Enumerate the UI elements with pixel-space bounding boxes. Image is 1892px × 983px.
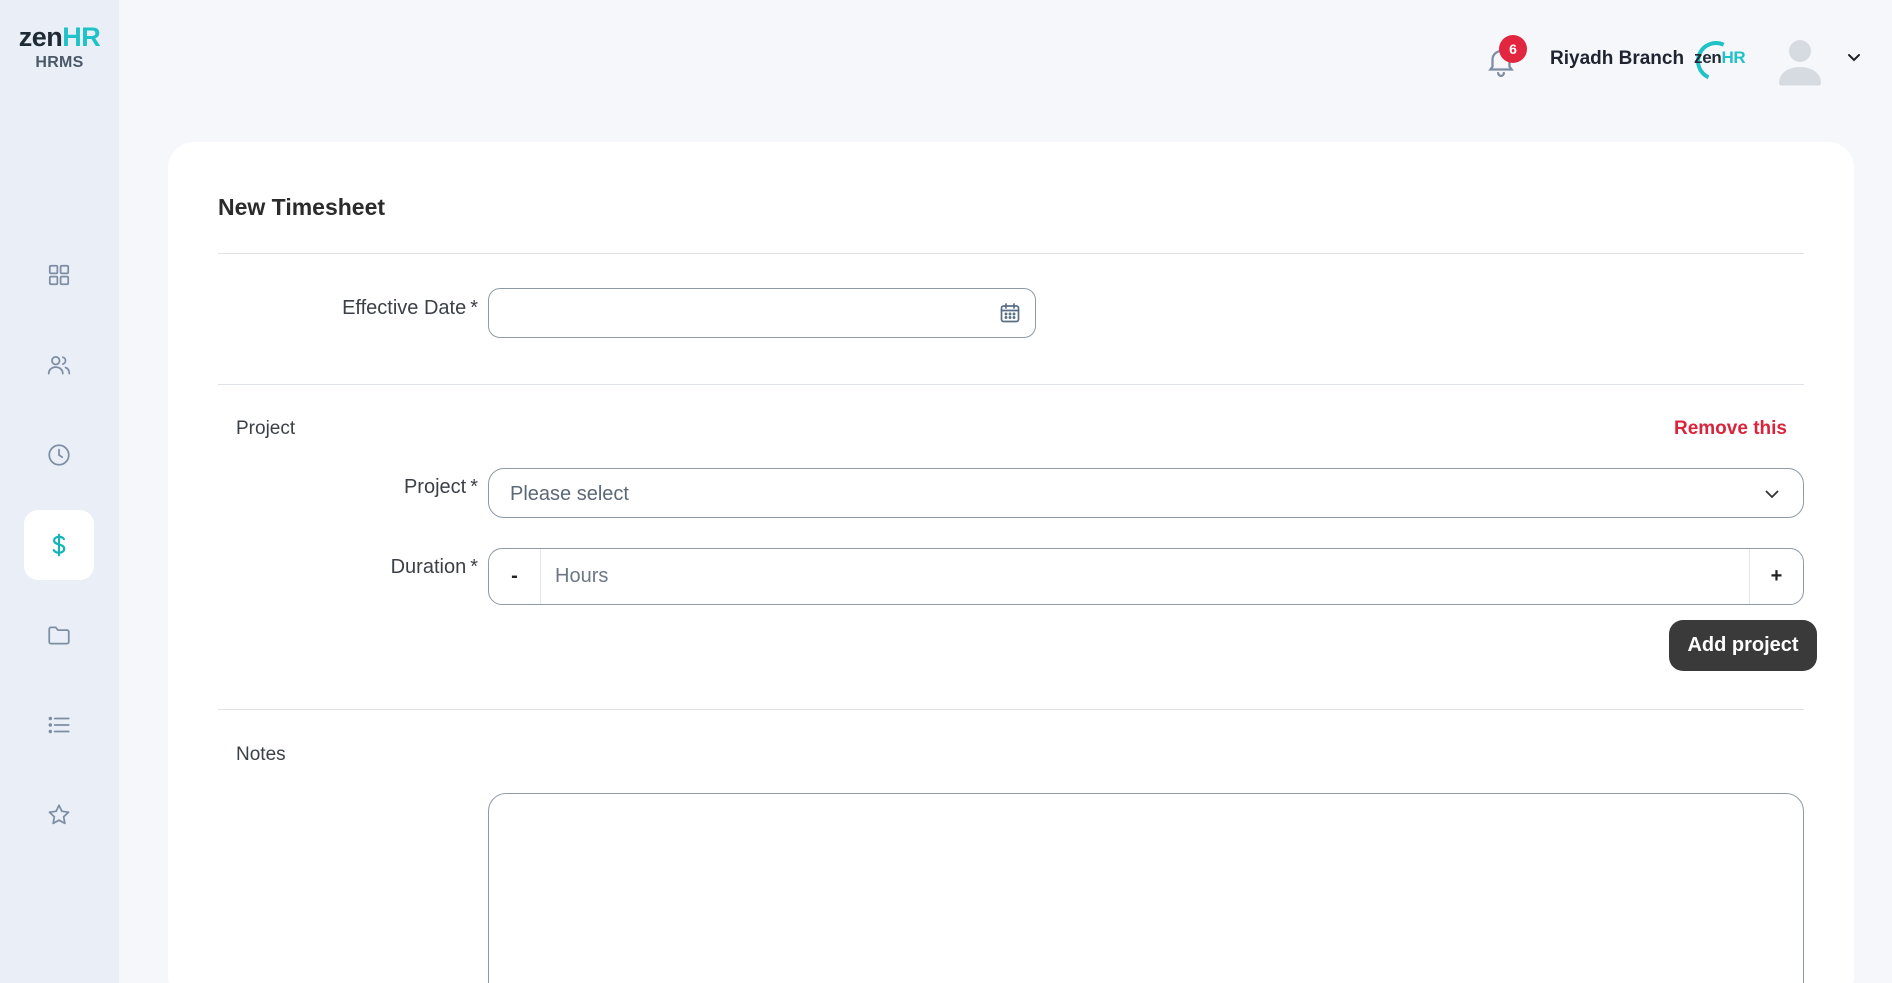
sidebar-item-lists[interactable] bbox=[24, 690, 94, 760]
page-title: New Timesheet bbox=[218, 194, 386, 220]
people-icon bbox=[47, 356, 71, 375]
sidebar-item-documents[interactable] bbox=[24, 600, 94, 670]
logo-word-zen: zen bbox=[18, 22, 63, 52]
timesheet-form-card: New Timesheet Effective Date * Project Re… bbox=[168, 142, 1854, 983]
chevron-down-icon bbox=[1848, 54, 1860, 62]
chevron-down-icon bbox=[1765, 490, 1779, 499]
title-divider bbox=[218, 253, 1804, 254]
app-logo[interactable]: zenHR HRMS bbox=[0, 22, 119, 72]
effective-date-input[interactable] bbox=[488, 288, 1036, 338]
section-divider bbox=[218, 384, 1804, 385]
sidebar-item-favorites[interactable] bbox=[24, 780, 94, 850]
required-marker: * bbox=[470, 297, 478, 319]
project-label: Project * bbox=[403, 476, 478, 498]
clock-icon bbox=[48, 444, 70, 466]
duration-stepper: - + bbox=[488, 548, 1804, 605]
dashboard-grid-icon bbox=[48, 264, 70, 286]
sidebar-item-attendance[interactable] bbox=[24, 420, 94, 490]
star-icon bbox=[48, 804, 70, 825]
user-menu-toggle[interactable] bbox=[1844, 50, 1864, 66]
duration-label: Duration * bbox=[390, 556, 478, 578]
company-logo-hr: HR bbox=[1721, 48, 1746, 67]
sidebar-item-dashboard[interactable] bbox=[24, 240, 94, 310]
duration-increment-button[interactable]: + bbox=[1749, 549, 1803, 604]
user-avatar[interactable] bbox=[1776, 36, 1824, 86]
sidebar-item-people[interactable] bbox=[24, 330, 94, 400]
dollar-icon bbox=[52, 533, 66, 557]
project-select[interactable]: Please select bbox=[488, 468, 1804, 518]
user-avatar-icon bbox=[1779, 40, 1821, 86]
logo-subtitle: HRMS bbox=[35, 54, 84, 71]
required-marker: * bbox=[470, 476, 478, 498]
notes-divider bbox=[218, 709, 1804, 710]
duration-decrement-button[interactable]: - bbox=[489, 549, 541, 604]
notification-count-badge: 6 bbox=[1499, 35, 1527, 63]
add-project-button[interactable]: Add project bbox=[1669, 620, 1817, 671]
branch-name[interactable]: Riyadh Branch bbox=[1550, 48, 1684, 70]
notes-heading: Notes bbox=[236, 744, 286, 765]
company-logo-zen: zen bbox=[1694, 48, 1722, 67]
company-logo: zenHR bbox=[1690, 35, 1752, 87]
effective-date-label: Effective Date * bbox=[342, 297, 478, 319]
sidebar-item-payroll[interactable] bbox=[24, 510, 94, 580]
sidebar: zenHR HRMS bbox=[0, 0, 119, 983]
calendar-icon[interactable] bbox=[998, 301, 1022, 325]
duration-hours-input[interactable] bbox=[542, 550, 1742, 603]
notes-textarea[interactable] bbox=[488, 793, 1804, 983]
list-icon bbox=[48, 716, 70, 734]
remove-project-link[interactable]: Remove this bbox=[1674, 418, 1787, 440]
required-marker: * bbox=[470, 556, 478, 578]
project-section-heading: Project bbox=[236, 418, 296, 439]
project-select-value: Please select bbox=[510, 483, 629, 505]
folder-icon bbox=[48, 626, 70, 645]
logo-word-hr: HR bbox=[62, 22, 101, 52]
